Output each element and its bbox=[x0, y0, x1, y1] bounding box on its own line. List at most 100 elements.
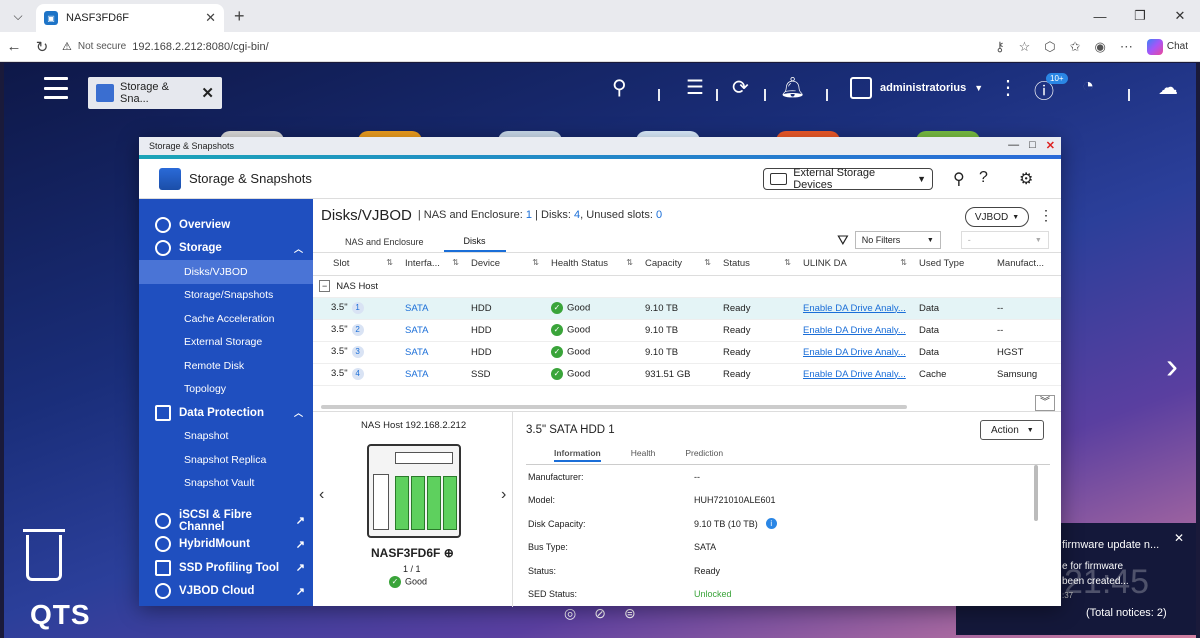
column-header-slot[interactable]: Slot ⇅ bbox=[313, 253, 399, 276]
taskbar-app-tab[interactable]: Storage & Sna... ✕ bbox=[88, 77, 222, 109]
more-vertical-icon[interactable]: ⋮ bbox=[1039, 207, 1053, 224]
tab-information[interactable]: Information bbox=[554, 448, 601, 462]
more-vertical-icon[interactable]: ⋮ bbox=[998, 75, 1018, 100]
iscsi-icon bbox=[155, 512, 171, 529]
sidebar-item-external-storage[interactable]: External Storage bbox=[139, 331, 313, 355]
sidebar-item-snapshot-vault[interactable]: Snapshot Vault bbox=[139, 472, 313, 496]
sidebar-item-storage[interactable]: Storage ︿ bbox=[139, 237, 313, 261]
close-tab-icon[interactable]: ✕ bbox=[205, 10, 216, 26]
sidebar-item-snapshot-replica[interactable]: Snapshot Replica bbox=[139, 448, 313, 472]
external-storage-devices-dropdown[interactable]: External Storage Devices ▼ bbox=[763, 167, 933, 191]
vertical-scrollbar[interactable] bbox=[1034, 465, 1038, 521]
minimize-icon[interactable]: — bbox=[1080, 0, 1120, 32]
reload-icon[interactable]: ↻ bbox=[28, 38, 56, 56]
chevron-down-icon: ▼ bbox=[917, 174, 926, 184]
sidebar-item-cache-acceleration[interactable]: Cache Acceleration bbox=[139, 307, 313, 331]
indicator-icon[interactable]: ⊘ bbox=[594, 605, 606, 622]
column-header-device[interactable]: Device ⇅ bbox=[465, 253, 545, 276]
search-tools-icon[interactable]: ⚲ bbox=[953, 169, 965, 189]
indicator-icon[interactable]: ⊜ bbox=[624, 605, 636, 622]
filter-select[interactable]: No Filters ▼ bbox=[854, 231, 941, 249]
close-icon[interactable]: ✕ bbox=[1174, 531, 1184, 545]
sidebar-item-remote-disk[interactable]: Remote Disk bbox=[139, 354, 313, 378]
sidebar-item-ssd-profiling-tool[interactable]: SSD Profiling Tool ↗ bbox=[139, 556, 313, 580]
action-dropdown-button[interactable]: Action ▼ bbox=[980, 420, 1044, 440]
tab-nas-and-enclosure[interactable]: NAS and Enclosure bbox=[313, 231, 444, 252]
help-icon[interactable]: ? bbox=[979, 169, 988, 187]
expand-panel-icon[interactable]: ︾ bbox=[1035, 395, 1055, 411]
column-header-manufacturer[interactable]: Manufact... bbox=[991, 253, 1061, 276]
restore-icon[interactable]: ❐ bbox=[1120, 0, 1160, 32]
chevron-right-icon[interactable]: › bbox=[1166, 345, 1178, 387]
table-row[interactable]: 3.5" 2 SATA HDD ✓ Good 9.10 TB Ready Enabl… bbox=[313, 319, 1061, 342]
sidebar-item-snapshot[interactable]: Snapshot bbox=[139, 425, 313, 449]
dashboard-gauge-icon[interactable]: ◔ bbox=[1082, 75, 1094, 98]
sync-icon[interactable]: ⟳ bbox=[732, 75, 749, 100]
secondary-filter-select[interactable]: - ▼ bbox=[960, 231, 1049, 249]
column-header-ulink[interactable]: ULINK DA ⇅ bbox=[797, 253, 913, 276]
table-row[interactable]: 3.5" 3 SATA HDD ✓ Good 9.10 TB Ready Enabl… bbox=[313, 341, 1061, 364]
sidebar-item-vjbod-cloud[interactable]: VJBOD Cloud ↗ bbox=[139, 580, 313, 604]
chevron-right-icon[interactable]: › bbox=[501, 486, 506, 504]
search-icon[interactable]: ⚲ bbox=[612, 75, 627, 100]
collapse-icon[interactable]: − bbox=[319, 279, 331, 292]
close-window-icon[interactable]: ✕ bbox=[1160, 0, 1200, 32]
gear-icon[interactable]: ⚙ bbox=[1019, 169, 1033, 189]
horizontal-scrollbar[interactable] bbox=[321, 405, 907, 409]
tab-disks[interactable]: Disks bbox=[443, 231, 506, 252]
close-icon[interactable]: ✕ bbox=[1046, 139, 1055, 152]
url-field[interactable]: ⚠ Not secure 192.168.2.212:8080/cgi-bin/ bbox=[62, 40, 995, 54]
tab-list-chevron-icon[interactable]: ⌵ bbox=[4, 4, 32, 28]
zoom-icon[interactable]: ⊕ bbox=[444, 546, 454, 560]
indicator-icon[interactable]: ◎ bbox=[564, 605, 576, 622]
back-arrow-icon[interactable]: ← bbox=[0, 38, 28, 55]
taskbar-app-title: Storage & Sna... bbox=[120, 81, 169, 105]
browser-tab[interactable]: ▣ NASF3FD6F ✕ bbox=[36, 4, 224, 32]
main-menu-icon[interactable] bbox=[44, 77, 68, 99]
sidebar-item-label: Snapshot Vault bbox=[184, 477, 255, 490]
column-header-capacity[interactable]: Capacity ⇅ bbox=[639, 253, 717, 276]
table-row[interactable]: 3.5" 4 SATA SSD ✓ Good 931.51 GB Ready Ena… bbox=[313, 363, 1061, 386]
cloud-icon[interactable]: ☁ bbox=[1158, 75, 1178, 100]
sidebar-item-iscsi[interactable]: iSCSI & Fibre Channel ↗ bbox=[139, 509, 313, 533]
sidebar-item-topology[interactable]: Topology bbox=[139, 378, 313, 402]
more-icon[interactable]: ⋯ bbox=[1120, 39, 1133, 55]
new-tab-plus-icon[interactable]: + bbox=[234, 6, 245, 27]
column-header-health[interactable]: Health Status ⇅ bbox=[545, 253, 639, 276]
sidebar-item-hybridmount[interactable]: HybridMount ↗ bbox=[139, 533, 313, 557]
chat-button[interactable]: Chat bbox=[1146, 38, 1188, 55]
vjbod-dropdown-button[interactable]: VJBOD ▼ bbox=[965, 207, 1029, 227]
minimize-icon[interactable]: — bbox=[1008, 139, 1019, 152]
user-menu[interactable]: administratorius ▼ bbox=[850, 77, 983, 99]
column-header-used-type[interactable]: Used Type bbox=[913, 253, 991, 276]
sidebar-item-disks-vjbod[interactable]: Disks/VJBOD bbox=[139, 260, 313, 284]
table-group-row[interactable]: − NAS Host bbox=[313, 275, 1061, 298]
trash-icon[interactable] bbox=[23, 529, 65, 581]
profile-avatar-icon[interactable]: ◉ bbox=[1095, 39, 1106, 55]
tab-health[interactable]: Health bbox=[631, 448, 656, 462]
bell-icon[interactable]: 🔔︎ bbox=[780, 75, 805, 100]
table-row[interactable]: 3.5" 1 SATA HDD ✓ Good 9.10 TB Ready Enabl… bbox=[313, 297, 1061, 320]
sidebar-item-data-protection[interactable]: Data Protection ︿ bbox=[139, 401, 313, 425]
favorite-star-icon[interactable]: ☆ bbox=[1019, 39, 1031, 55]
extensions-icon[interactable]: ⬡ bbox=[1044, 39, 1055, 55]
info-icon[interactable]: i bbox=[765, 518, 777, 530]
enable-da-link[interactable]: Enable DA Drive Analy... bbox=[803, 347, 906, 358]
favorites-icon[interactable]: ✩ bbox=[1070, 39, 1081, 55]
enable-da-link[interactable]: Enable DA Drive Analy... bbox=[803, 303, 906, 314]
table-header-row: Slot ⇅ Interfa... ⇅ Device ⇅ Health Status ⇅… bbox=[313, 253, 1061, 276]
sidebar-item-storage-snapshots[interactable]: Storage/Snapshots bbox=[139, 284, 313, 308]
chevron-left-icon[interactable]: ‹ bbox=[319, 486, 324, 504]
enable-da-link[interactable]: Enable DA Drive Analy... bbox=[803, 325, 906, 336]
tab-prediction[interactable]: Prediction bbox=[685, 448, 723, 462]
enable-da-link[interactable]: Enable DA Drive Analy... bbox=[803, 369, 906, 380]
key-icon[interactable]: ⚷ bbox=[995, 39, 1005, 55]
filter-icon[interactable]: ⛛ bbox=[837, 232, 849, 249]
column-header-interface[interactable]: Interfa... ⇅ bbox=[399, 253, 465, 276]
task-list-icon[interactable]: ☰ bbox=[686, 75, 704, 100]
cell-capacity: 931.51 GB bbox=[639, 363, 717, 386]
sidebar-item-overview[interactable]: Overview bbox=[139, 213, 313, 237]
maximize-icon[interactable]: □ bbox=[1029, 139, 1036, 152]
close-app-icon[interactable]: ✕ bbox=[201, 84, 214, 102]
column-header-status[interactable]: Status ⇅ bbox=[717, 253, 797, 276]
